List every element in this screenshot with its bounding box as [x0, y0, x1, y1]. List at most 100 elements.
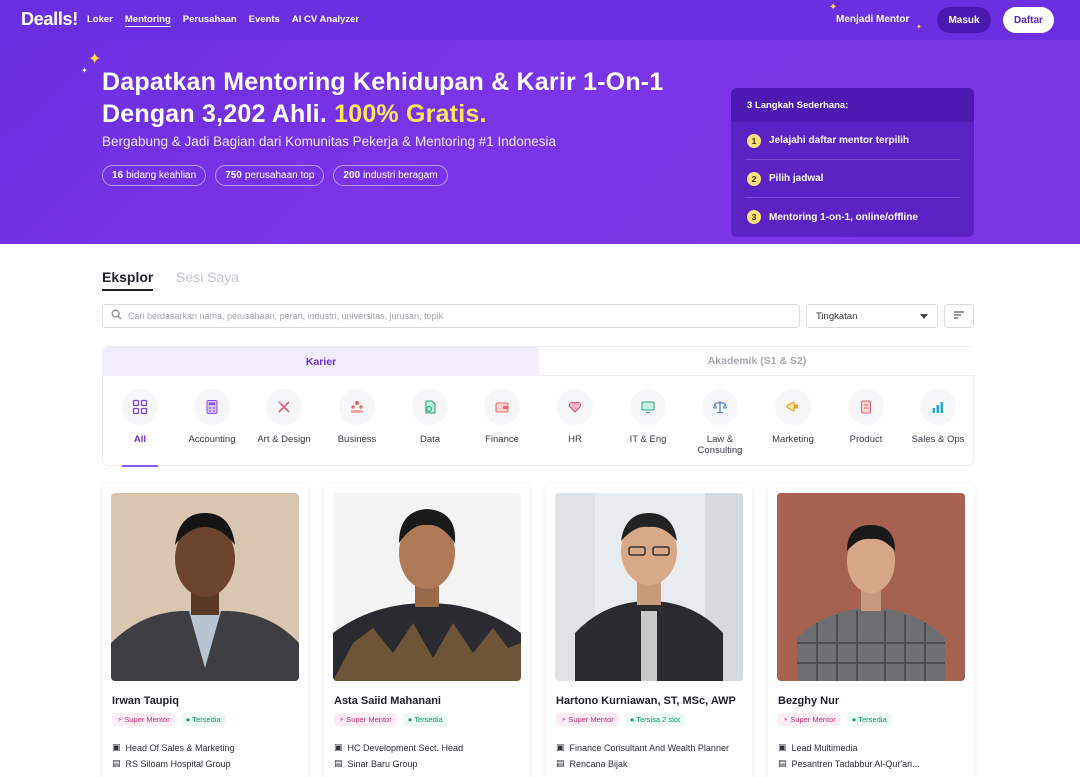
- category-label: Law & Consulting: [697, 434, 743, 456]
- segment-academic[interactable]: Akademik (S1 & S2): [539, 347, 975, 376]
- category-it-eng[interactable]: IT & Eng: [612, 389, 684, 445]
- category-accounting[interactable]: Accounting: [176, 389, 248, 445]
- search-bar: [102, 304, 800, 328]
- nav-link-events[interactable]: Events: [249, 14, 280, 25]
- category-business[interactable]: Business: [321, 389, 393, 445]
- step-item: 3 Mentoring 1-on-1, online/offline: [745, 198, 960, 236]
- mentor-card[interactable]: Hartono Kurniawan, ST, MSc, AWP ⚡ Super M…: [546, 484, 752, 777]
- step-number: 2: [747, 171, 761, 186]
- hero-title-line-2: Dengan 3,202 Ahli. 100% Gratis.: [102, 98, 702, 130]
- data-icon: [412, 389, 448, 425]
- category-label: All: [133, 434, 147, 445]
- mentor-company: ▤ RS Siloam Hospital Group: [112, 758, 231, 769]
- category-art-design[interactable]: Art & Design: [248, 389, 320, 445]
- mentor-name: Irwan Taupiq: [112, 695, 180, 707]
- super-mentor-badge: ⚡ Super Mentor: [334, 713, 397, 726]
- availability-badge: ● Tersedia: [846, 713, 892, 726]
- category-finance[interactable]: Finance: [466, 389, 538, 445]
- hero-title-line-1: Dapatkan Mentoring Kehidupan & Karir 1-O…: [102, 68, 664, 96]
- category-label: IT & Eng: [629, 434, 667, 445]
- steps-title: 3 Langkah Sederhana:: [731, 88, 974, 122]
- mentor-badges: ⚡ Super Mentor ● Tersedia: [334, 713, 448, 726]
- mentor-card[interactable]: Irwan Taupiq ⚡ Super Mentor ● Tersedia ▣ He…: [102, 484, 308, 777]
- stat-chip: 16 bidang keahlian: [102, 165, 207, 186]
- active-category-indicator: [122, 465, 158, 467]
- mentor-badges: ⚡ Super Mentor ● Tersedia: [778, 713, 892, 726]
- mentor-badges: ⚡ Super Mentor ● Tersedia: [112, 713, 226, 726]
- hero-stats: 16 bidang keahlian 750 perusahaan top 200 i…: [102, 165, 448, 186]
- availability-text: Tersedia: [192, 715, 221, 724]
- level-select[interactable]: Tingkatan: [806, 304, 938, 328]
- category-all[interactable]: All: [104, 389, 176, 445]
- steps-panel: 3 Langkah Sederhana: 1 Jelajahi daftar me…: [731, 88, 974, 237]
- megaphone-icon: [775, 389, 811, 425]
- become-mentor-link[interactable]: Menjadi Mentor: [836, 14, 909, 25]
- tab-my-sessions[interactable]: Sesi Saya: [176, 269, 239, 285]
- company-text: Sinar Baru Group: [347, 758, 418, 769]
- mentor-card[interactable]: Asta Saiid Mahanani ⚡ Super Mentor ● Terse…: [324, 484, 530, 777]
- mentor-photo: [555, 493, 743, 681]
- nav-link-ai-cv-analyzer[interactable]: AI CV Analyzer: [292, 14, 359, 25]
- step-number: 1: [747, 133, 761, 148]
- person-icon: ●: [407, 715, 413, 724]
- category-hr[interactable]: HR: [539, 389, 611, 445]
- step-text: Pilih jadwal: [769, 173, 824, 184]
- category-label: Data: [419, 434, 441, 445]
- sparkle-icon: ✦: [81, 66, 88, 75]
- super-mentor-badge: ⚡ Super Mentor: [778, 713, 841, 726]
- grid-icon: [122, 389, 158, 425]
- role-text: Finance Consultant And Wealth Planner: [569, 742, 729, 753]
- monitor-icon: [630, 389, 666, 425]
- register-button[interactable]: Daftar: [1003, 7, 1054, 33]
- category-label: Sales & Ops: [911, 434, 965, 445]
- nav-link-mentoring[interactable]: Mentoring: [125, 14, 171, 25]
- bolt-icon: ⚡: [339, 715, 345, 724]
- scale-icon: [702, 389, 738, 425]
- super-mentor-badge: ⚡ Super Mentor: [112, 713, 175, 726]
- product-icon: [848, 389, 884, 425]
- briefcase-icon: ▣: [556, 742, 565, 752]
- segment-career[interactable]: Karier: [103, 347, 539, 376]
- stat-chip: 200 industri beragam: [333, 165, 448, 186]
- search-input[interactable]: [128, 311, 768, 321]
- dealls-logo[interactable]: Dealls!: [21, 9, 78, 30]
- heart-hand-icon: [557, 389, 593, 425]
- calculator-icon: [194, 389, 230, 425]
- login-button[interactable]: Masuk: [937, 7, 991, 33]
- availability-badge: ● Tersisa 2 slot: [624, 713, 686, 726]
- building-icon: ▤: [112, 758, 121, 768]
- sparkle-icon: ✦: [829, 2, 838, 13]
- role-text: Lead Multimedia: [791, 742, 858, 753]
- mentor-photo: [333, 493, 521, 681]
- category-marketing[interactable]: Marketing: [757, 389, 829, 445]
- briefcase-icon: ▣: [778, 742, 787, 752]
- category-label: Business: [337, 434, 377, 445]
- building-icon: ▤: [334, 758, 343, 768]
- mentor-name: Asta Saiid Mahanani: [334, 695, 441, 707]
- mentor-card[interactable]: Bezghy Nur ⚡ Super Mentor ● Tersedia ▣ Lead…: [768, 484, 974, 777]
- sort-button[interactable]: [944, 304, 974, 328]
- bolt-icon: ⚡: [561, 715, 567, 724]
- category-product[interactable]: Product: [830, 389, 902, 445]
- category-law-consulting[interactable]: Law & Consulting: [684, 389, 756, 456]
- category-label: Accounting: [188, 434, 236, 445]
- badge-text: Super Mentor: [790, 715, 836, 724]
- building-icon: ▤: [556, 758, 565, 768]
- step-text: Jelajahi daftar mentor terpilih: [769, 135, 910, 146]
- nav-link-perusahaan[interactable]: Perusahaan: [183, 14, 237, 25]
- mentor-photo: [777, 493, 965, 681]
- stat-number: 750: [225, 170, 242, 181]
- hero-banner: ✦ ✦ Dapatkan Mentoring Kehidupan & Karir…: [0, 40, 1080, 244]
- wallet-icon: [484, 389, 520, 425]
- category-label: Art & Design: [257, 434, 311, 445]
- category-data[interactable]: Data: [394, 389, 466, 445]
- badge-text: Super Mentor: [568, 715, 614, 724]
- availability-text: Tersedia: [414, 715, 443, 724]
- nav-link-loker[interactable]: Loker: [87, 14, 113, 25]
- person-icon: ●: [851, 715, 857, 724]
- category-sales-ops[interactable]: Sales & Ops: [902, 389, 974, 445]
- tab-explore[interactable]: Eksplor: [102, 269, 154, 291]
- mentor-role: ▣ Finance Consultant And Wealth Planner: [556, 742, 729, 753]
- company-text: Rencana Bijak: [569, 758, 628, 769]
- level-select-value: Tingkatan: [816, 310, 858, 322]
